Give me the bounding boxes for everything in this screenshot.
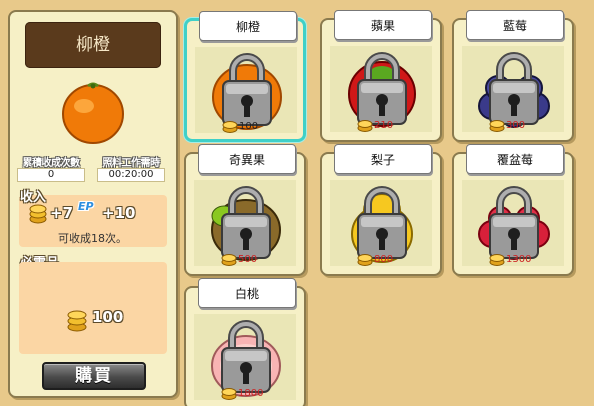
fruit-card-apple[interactable]: 蘋果 210 (320, 10, 442, 142)
harvest-count-value: 0 (17, 168, 85, 182)
card-title: 柳橙 (199, 11, 297, 41)
harvest-count-label: 累積收成次數 (22, 158, 81, 169)
card-title: 蘋果 (334, 10, 432, 40)
gold-coins-icon (220, 386, 238, 400)
harvest-times-text: 可收成18次。 (58, 232, 127, 245)
card-title: 覆盆莓 (466, 144, 564, 174)
card-title: 梨子 (334, 144, 432, 174)
gold-coins-icon (488, 252, 506, 266)
fruit-card-pear[interactable]: 梨子 800 (320, 144, 442, 276)
care-time-value: 00:20:00 (97, 168, 165, 182)
card-price: 1800 (238, 388, 264, 399)
card-price: 300 (506, 120, 526, 131)
fruit-card-raspberry[interactable]: 覆盆莓 1300 (452, 144, 574, 276)
card-price: 210 (374, 120, 394, 131)
gold-coins-icon (66, 308, 88, 332)
card-price: 500 (238, 254, 258, 265)
fruit-card-blueberry[interactable]: 藍莓 300 (452, 10, 574, 142)
card-price: 100 (239, 121, 259, 132)
required-amount: 100 (92, 308, 124, 326)
gold-gain: +7 (50, 204, 74, 222)
card-price: 1300 (506, 254, 532, 265)
care-time-label: 照料工作需時 (102, 158, 161, 169)
exp-gain: +10 (102, 204, 136, 222)
fruit-card-kiwi[interactable]: 奇異果 500 (184, 144, 306, 276)
detail-title: 柳橙 (25, 22, 161, 68)
card-title: 藍莓 (466, 10, 564, 40)
gold-coins-icon (356, 252, 374, 266)
gold-coins-icon (221, 119, 239, 133)
exp-badge-icon: EP (78, 200, 94, 213)
orange-icon (58, 76, 128, 146)
gold-coins-icon (28, 202, 48, 224)
fruit-detail-panel: 柳橙 累積收成次數 0 照料工作需時 00:20:00 收入 +7 EP +10… (8, 10, 178, 398)
card-title: 奇異果 (198, 144, 296, 174)
gold-coins-icon (220, 252, 238, 266)
gold-coins-icon (356, 118, 374, 132)
buy-button[interactable]: 購買 (42, 362, 146, 390)
gold-coins-icon (488, 118, 506, 132)
fruit-card-orange[interactable]: 柳橙 100 (184, 11, 306, 142)
card-price: 800 (374, 254, 394, 265)
card-title: 白桃 (198, 278, 296, 308)
fruit-card-peach[interactable]: 白桃 1800 (184, 278, 306, 406)
